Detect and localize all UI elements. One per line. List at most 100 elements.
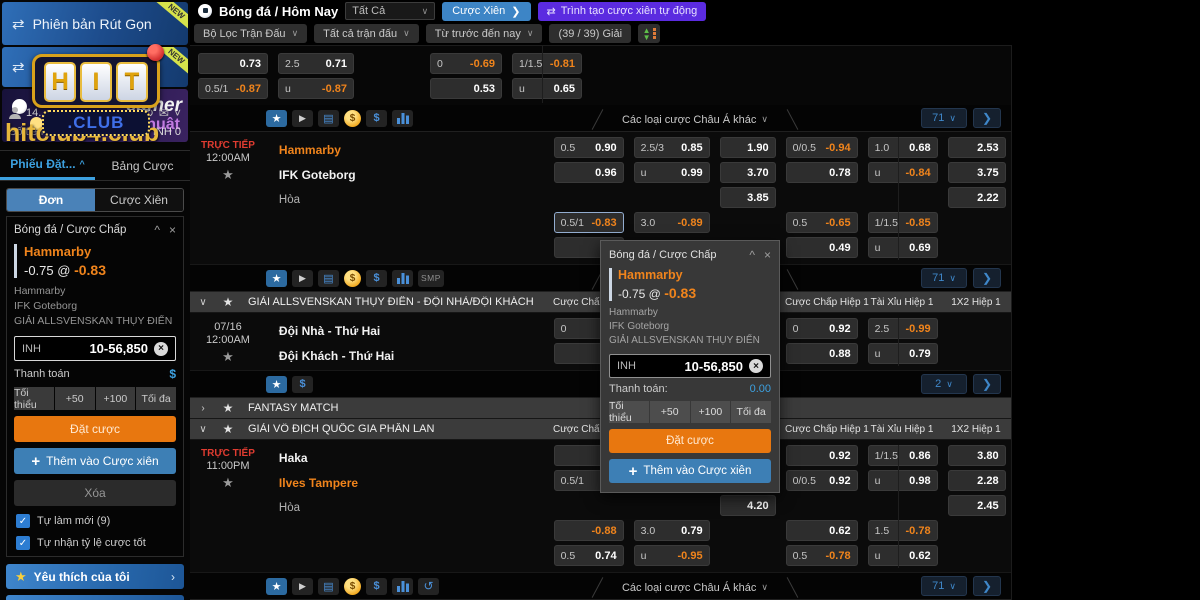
place-bet-button[interactable]: Đặt cược (609, 429, 771, 453)
odds-cell[interactable]: 0.49 (786, 237, 858, 258)
team-name[interactable]: Đội Khách - Thứ Hai (279, 343, 546, 368)
odds-cell[interactable]: u0.69 (868, 237, 938, 258)
match-filter-button[interactable]: Bộ Lọc Trận Đấu∨ (194, 24, 307, 43)
odds-cell[interactable]: u0.98 (868, 470, 938, 491)
market-filter-select[interactable]: Tất Cả ∨ (345, 2, 435, 20)
close-icon[interactable]: × (764, 248, 771, 262)
market-count-dropdown[interactable]: 2∨ (921, 374, 967, 394)
bars-icon[interactable] (392, 578, 413, 595)
more-asian-bets-tab[interactable]: Các loại cược Châu Á khác∨ (595, 576, 795, 599)
odds-cell[interactable]: u-0.95 (634, 545, 710, 566)
coin-icon[interactable]: $ (344, 270, 361, 287)
league-collapse-icon[interactable]: › (190, 403, 216, 414)
favorite-star-icon[interactable]: ★ (190, 167, 266, 183)
clock-icon[interactable]: ↺ (418, 578, 439, 595)
bars-icon[interactable] (392, 110, 413, 127)
next-page-button[interactable]: ❯ (973, 374, 1001, 394)
odds-cell[interactable]: 3.75 (948, 162, 1006, 183)
team-name[interactable]: Hammarby (279, 137, 546, 162)
odds-cell[interactable]: 0-0.69 (430, 53, 502, 74)
odds-cell[interactable]: u-0.84 (868, 162, 938, 183)
odds-cell[interactable]: 0/0.50.92 (786, 470, 858, 491)
odds-cell[interactable]: u0.62 (868, 545, 938, 566)
odds-cell[interactable]: 0.53 (430, 78, 502, 99)
parlay-button[interactable]: Cược Xiên ❯ (442, 2, 530, 21)
odds-cell[interactable]: 2.50.71 (278, 53, 354, 74)
odds-cell[interactable]: u0.65 (512, 78, 582, 99)
star-icon[interactable]: ★ (266, 270, 287, 287)
odds-cell[interactable]: 3.00.79 (634, 520, 710, 541)
checkbox-checked-icon[interactable]: ✓ (16, 536, 30, 550)
league-count-button[interactable]: (39 / 39) Giải (549, 24, 631, 43)
odds-cell[interactable]: 3.85 (720, 187, 776, 208)
odds-cell[interactable]: 0.88 (786, 343, 858, 364)
card-icon[interactable]: ▤ (318, 270, 339, 287)
odds-cell[interactable]: 1/1.5-0.81 (512, 53, 582, 74)
odds-cell[interactable]: 1.00.68 (868, 137, 938, 158)
tab-bet-slip[interactable]: Phiếu Đặt... ^ (0, 151, 95, 180)
stake-plus100-button[interactable]: +100 (691, 401, 731, 423)
play-icon[interactable]: ▶ (292, 270, 313, 287)
collapse-icon[interactable]: ^ (749, 248, 755, 262)
smp-icon[interactable]: SMP (418, 270, 444, 287)
card-icon[interactable]: ▤ (318, 578, 339, 595)
mail-icon[interactable]: ✉ (159, 106, 169, 120)
star-icon[interactable]: ★ (266, 578, 287, 595)
odds-cell[interactable]: 1/1.5-0.85 (868, 212, 938, 233)
league-star-icon[interactable]: ★ (216, 401, 240, 415)
odds-cell[interactable]: 2.28 (948, 470, 1006, 491)
market-count-dropdown[interactable]: 71∨ (921, 268, 967, 288)
stake-max-button[interactable]: Tối đa (136, 387, 176, 410)
checkbox-checked-icon[interactable]: ✓ (16, 514, 30, 528)
next-page-button[interactable]: ❯ (973, 268, 1001, 288)
odds-cell[interactable]: 2.5-0.99 (868, 318, 938, 339)
odds-cell[interactable]: 0.5/1-0.87 (198, 78, 268, 99)
odds-cell[interactable]: 3.0-0.89 (634, 212, 710, 233)
league-collapse-icon[interactable]: ∨ (190, 297, 216, 308)
odds-cell[interactable]: 0.5-0.65 (786, 212, 858, 233)
banner-lite-version[interactable]: ⇄ Phiên bản Rút Gọn NEW (2, 2, 188, 45)
dollar-icon[interactable]: $ (366, 110, 387, 127)
team-name[interactable]: Hòa (279, 187, 546, 212)
place-bet-button[interactable]: Đặt cược (14, 416, 176, 442)
next-page-button[interactable]: ❯ (973, 108, 1001, 128)
stake-plus50-button[interactable]: +50 (55, 387, 95, 410)
odds-cell[interactable]: 0.50.74 (554, 545, 624, 566)
market-count-dropdown[interactable]: 71∨ (921, 576, 967, 596)
auto-refresh-option[interactable]: ✓ Tự làm mới (9) (16, 514, 174, 528)
odds-cell[interactable]: 2.45 (948, 495, 1006, 516)
odds-cell[interactable]: 3.80 (948, 445, 1006, 466)
odds-cell[interactable]: 00.92 (786, 318, 858, 339)
sort-icon[interactable]: ▲▼ (638, 24, 660, 43)
odds-cell[interactable]: u-0.87 (278, 78, 354, 99)
odds-cell[interactable]: 0.62 (786, 520, 858, 541)
stake-plus50-button[interactable]: +50 (650, 401, 690, 423)
dollar-icon[interactable]: $ (366, 578, 387, 595)
stake-input[interactable]: INH 10-56,850 × (14, 336, 176, 361)
odds-cell[interactable]: u0.79 (868, 343, 938, 364)
time-range-button[interactable]: Từ trước đến nay∨ (426, 24, 543, 43)
card-icon[interactable]: ▤ (318, 110, 339, 127)
star-icon[interactable]: ★ (266, 110, 287, 127)
more-asian-bets-tab[interactable]: Các loại cược Châu Á khác∨ (595, 108, 795, 131)
bars-icon[interactable] (392, 270, 413, 287)
dollar-icon[interactable]: $ (292, 376, 313, 393)
play-icon[interactable]: ▶ (292, 110, 313, 127)
coin-icon[interactable]: $ (344, 578, 361, 595)
collapse-icon[interactable]: ^ (154, 223, 160, 237)
tab-single-bet[interactable]: Đơn (7, 189, 95, 211)
team-name[interactable]: IFK Goteborg (279, 162, 546, 187)
star-icon[interactable]: ★ (266, 376, 287, 393)
odds-cell[interactable]: 0.73 (198, 53, 268, 74)
odds-cell[interactable]: 0.92 (786, 445, 858, 466)
team-name[interactable]: Đội Nhà - Thứ Hai (279, 318, 546, 343)
coin-icon[interactable]: $ (344, 110, 361, 127)
tab-bet-board[interactable]: Bảng Cược (95, 151, 190, 180)
add-parlay-button[interactable]: + Thêm vào Cược xiên (609, 459, 771, 483)
chevron-down-icon[interactable]: ˅ (174, 106, 181, 120)
league-star-icon[interactable]: ★ (216, 422, 240, 436)
dollar-icon[interactable]: $ (366, 270, 387, 287)
odds-cell[interactable]: 3.70 (720, 162, 776, 183)
clear-stake-icon[interactable]: × (749, 359, 763, 373)
clear-stake-icon[interactable]: × (154, 342, 168, 356)
